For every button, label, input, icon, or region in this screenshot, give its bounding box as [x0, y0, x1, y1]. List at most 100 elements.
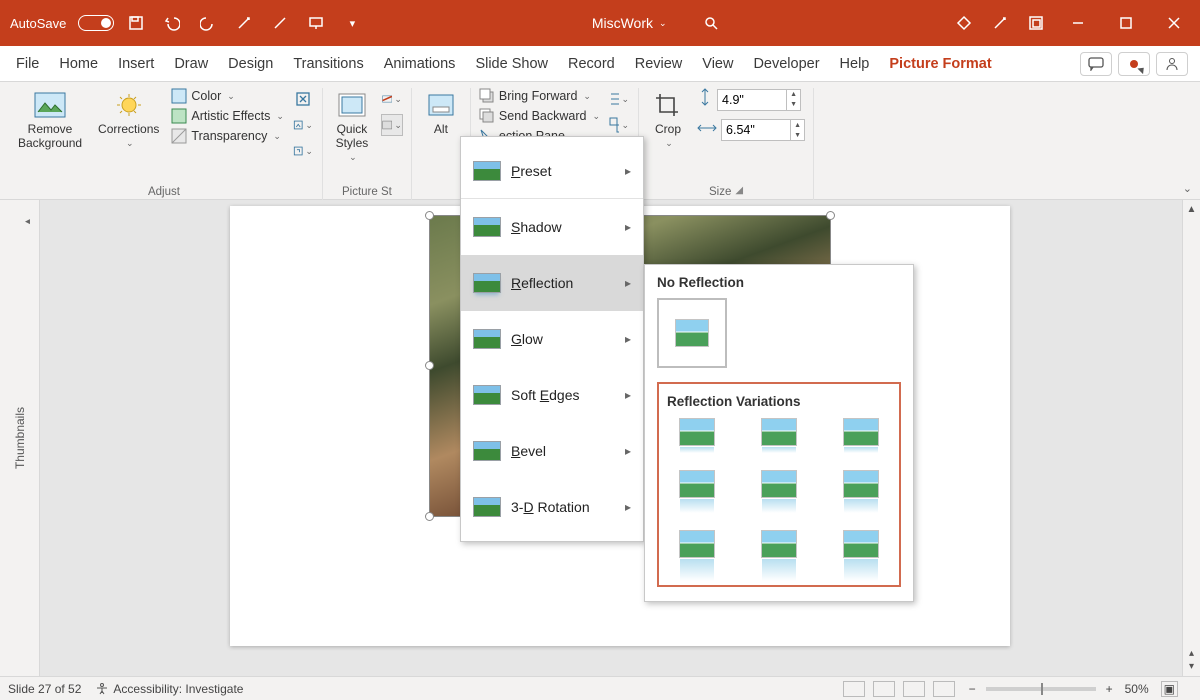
- picture-border-button[interactable]: ⌄: [381, 88, 403, 110]
- tab-picture-format[interactable]: Picture Format: [879, 50, 1001, 78]
- width-spin-up[interactable]: ▲: [791, 120, 804, 130]
- tab-help[interactable]: Help: [830, 50, 880, 78]
- tab-review[interactable]: Review: [625, 50, 693, 78]
- width-input[interactable]: 6.54" ▲▼: [721, 119, 805, 141]
- effects-item-3d-rotation[interactable]: 3-D Rotation▸: [461, 479, 643, 535]
- picture-effects-button[interactable]: ⌄: [381, 114, 403, 136]
- tab-slide-show[interactable]: Slide Show: [465, 50, 558, 78]
- share-button[interactable]: [1156, 52, 1188, 76]
- remove-background-button[interactable]: Remove Background: [14, 88, 86, 152]
- send-backward-icon: [479, 108, 495, 124]
- effects-item-soft-edges[interactable]: Soft Edges▸: [461, 367, 643, 423]
- effects-item-glow[interactable]: Glow▸: [461, 311, 643, 367]
- accessibility-status[interactable]: Accessibility: Investigate: [95, 682, 243, 696]
- diamond-icon[interactable]: [950, 9, 978, 37]
- tab-record[interactable]: Record: [558, 50, 625, 78]
- save-icon[interactable]: [122, 9, 150, 37]
- title-bar: AutoSave ▾ MiscWork ⌄: [0, 0, 1200, 46]
- expand-thumbnails-icon[interactable]: ▸: [22, 216, 33, 227]
- effects-item-bevel[interactable]: Bevel▸: [461, 423, 643, 479]
- color-button[interactable]: Color⌄: [171, 88, 284, 104]
- zoom-out-button[interactable]: −: [969, 682, 976, 696]
- resize-handle[interactable]: [425, 361, 434, 370]
- view-reading-button[interactable]: [903, 681, 925, 697]
- minimize-button[interactable]: [1058, 8, 1098, 38]
- size-dialog-launcher[interactable]: ◢: [735, 185, 743, 198]
- reflection-preview: [762, 499, 796, 513]
- tab-developer[interactable]: Developer: [743, 50, 829, 78]
- present-icon[interactable]: [302, 9, 330, 37]
- group-button[interactable]: ⌄: [608, 114, 630, 136]
- reflection-variation-option[interactable]: [837, 531, 885, 581]
- height-input[interactable]: 4.9" ▲▼: [717, 89, 801, 111]
- reflection-variation-option[interactable]: [673, 419, 721, 453]
- search-icon[interactable]: [697, 9, 725, 37]
- tab-file[interactable]: File: [6, 50, 49, 78]
- autosave-toggle[interactable]: [78, 15, 114, 31]
- transparency-button[interactable]: Transparency⌄: [171, 128, 284, 144]
- prev-slide-icon[interactable]: ▴: [1189, 648, 1194, 659]
- resize-handle[interactable]: [425, 512, 434, 521]
- collapse-ribbon-button[interactable]: ⌄: [1183, 182, 1192, 195]
- tab-home[interactable]: Home: [49, 50, 108, 78]
- change-picture-button[interactable]: ⌄: [292, 114, 314, 136]
- reset-picture-button[interactable]: ⌄: [292, 140, 314, 162]
- align-button[interactable]: ⌄: [608, 88, 630, 110]
- quick-styles-button[interactable]: Quick Styles⌄: [331, 88, 373, 165]
- tab-draw[interactable]: Draw: [164, 50, 218, 78]
- tab-insert[interactable]: Insert: [108, 50, 164, 78]
- compress-pictures-button[interactable]: [292, 88, 314, 110]
- record-indicator[interactable]: [1118, 52, 1150, 76]
- qat-overflow-icon[interactable]: ▾: [338, 9, 366, 37]
- tab-design[interactable]: Design: [218, 50, 283, 78]
- view-sorter-button[interactable]: [873, 681, 895, 697]
- reflection-variation-option[interactable]: [755, 471, 803, 513]
- maximize-button[interactable]: [1106, 8, 1146, 38]
- reflection-variations-heading: Reflection Variations: [667, 394, 891, 409]
- window-overlay-icon[interactable]: [1022, 9, 1050, 37]
- tab-transitions[interactable]: Transitions: [283, 50, 373, 78]
- resize-handle[interactable]: [425, 211, 434, 220]
- undo-icon[interactable]: [158, 9, 186, 37]
- slide-counter[interactable]: Slide 27 of 52: [8, 682, 81, 696]
- reflection-variation-option[interactable]: [837, 471, 885, 513]
- document-title[interactable]: MiscWork ⌄: [592, 15, 667, 31]
- reflection-variation-option[interactable]: [673, 531, 721, 581]
- redo-icon[interactable]: [194, 9, 222, 37]
- reflection-variation-option[interactable]: [755, 419, 803, 453]
- close-button[interactable]: [1154, 8, 1194, 38]
- thumbnails-rail[interactable]: ▸ Thumbnails: [0, 200, 40, 676]
- bring-forward-button[interactable]: Bring Forward⌄: [479, 88, 600, 104]
- fit-to-window-button[interactable]: ▣: [1161, 681, 1178, 697]
- reflection-variation-option[interactable]: [837, 419, 885, 453]
- reflection-variation-option[interactable]: [673, 471, 721, 513]
- artistic-effects-button[interactable]: Artistic Effects⌄: [171, 108, 284, 124]
- quick-tool-1-icon[interactable]: [230, 9, 258, 37]
- crop-button[interactable]: Crop⌄: [647, 88, 689, 151]
- send-backward-button[interactable]: Send Backward⌄: [479, 108, 600, 124]
- resize-handle[interactable]: [826, 211, 835, 220]
- tab-view[interactable]: View: [692, 50, 743, 78]
- magic-icon[interactable]: [986, 9, 1014, 37]
- effects-item-shadow[interactable]: Shadow▸: [461, 199, 643, 255]
- zoom-slider[interactable]: [986, 687, 1096, 691]
- zoom-in-button[interactable]: +: [1106, 682, 1113, 696]
- effects-item-preset[interactable]: Preset▸: [461, 143, 643, 199]
- no-reflection-option[interactable]: [657, 298, 727, 368]
- effects-item-reflection[interactable]: Reflection▸: [461, 255, 643, 311]
- view-normal-button[interactable]: [843, 681, 865, 697]
- comments-button[interactable]: [1080, 52, 1112, 76]
- vertical-scrollbar[interactable]: ▲ ▴ ▾: [1182, 200, 1200, 676]
- zoom-percent[interactable]: 50%: [1125, 682, 1149, 696]
- scroll-up-icon[interactable]: ▲: [1187, 204, 1197, 215]
- alt-text-button[interactable]: Alt: [420, 88, 462, 138]
- view-slideshow-button[interactable]: [933, 681, 955, 697]
- reflection-variation-option[interactable]: [755, 531, 803, 581]
- tab-animations[interactable]: Animations: [374, 50, 466, 78]
- quick-tool-2-icon[interactable]: [266, 9, 294, 37]
- width-spin-down[interactable]: ▼: [791, 130, 804, 140]
- height-spin-up[interactable]: ▲: [787, 90, 800, 100]
- next-slide-icon[interactable]: ▾: [1189, 661, 1194, 672]
- height-spin-down[interactable]: ▼: [787, 100, 800, 110]
- corrections-button[interactable]: Corrections ⌄: [94, 88, 163, 151]
